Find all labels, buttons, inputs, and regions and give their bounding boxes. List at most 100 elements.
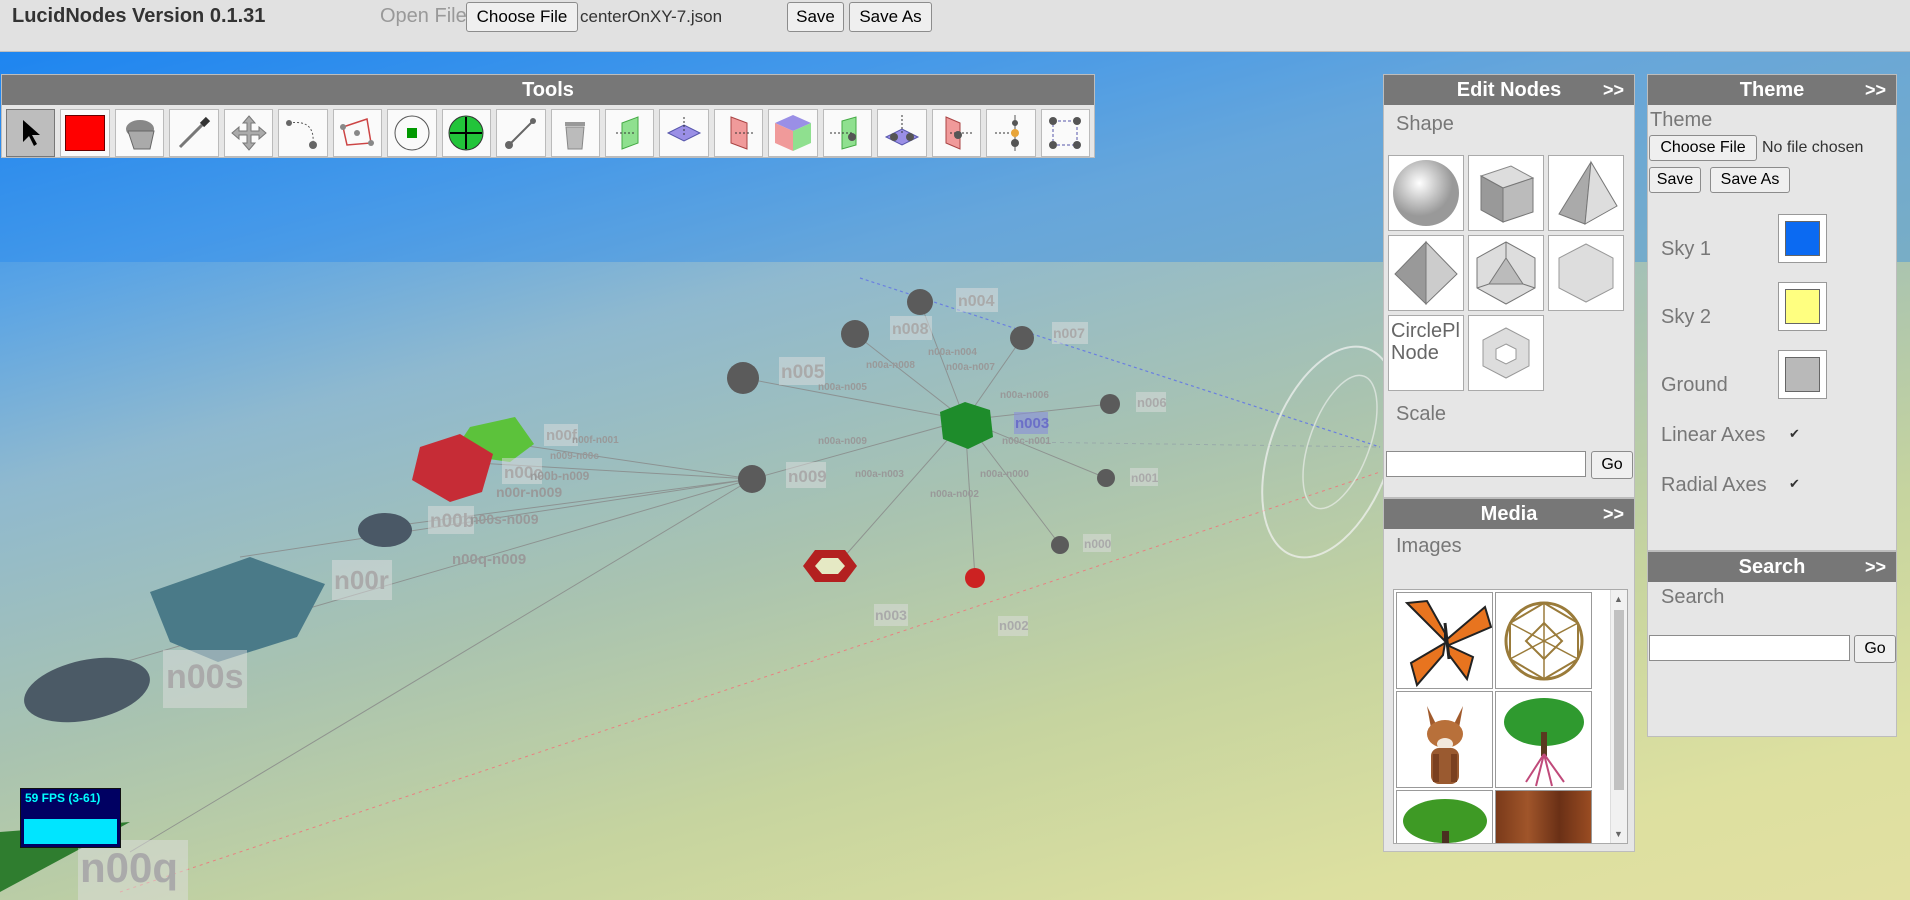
- link-line-icon: [504, 118, 536, 149]
- align-vertical-tool[interactable]: [986, 109, 1036, 157]
- paint-bucket-tool[interactable]: [114, 109, 165, 157]
- theme-choose-file-button[interactable]: Choose File: [1649, 135, 1757, 161]
- tree-with-roots-image[interactable]: [1495, 691, 1592, 788]
- theme-label: Theme: [1650, 109, 1713, 131]
- media-expand-button[interactable]: >>: [1603, 499, 1624, 529]
- node-label: n00b: [430, 511, 474, 532]
- theme-header: Theme >>: [1648, 75, 1896, 105]
- icosahedron-shape-icon: [1476, 241, 1536, 305]
- cube-planes-tool[interactable]: [768, 109, 818, 157]
- image-gallery[interactable]: ▲ ▼: [1393, 589, 1628, 844]
- group-select-tool[interactable]: [1040, 109, 1091, 157]
- add-node-tool[interactable]: [387, 109, 437, 157]
- node-label: n003: [875, 607, 907, 623]
- tetrahedron-shape-icon: [1558, 160, 1618, 225]
- plane-xy-tool[interactable]: [659, 109, 709, 157]
- edge-label: n00a-n009: [818, 436, 867, 447]
- save-button[interactable]: Save: [787, 2, 844, 32]
- search-expand-button[interactable]: >>: [1865, 552, 1886, 582]
- plane-xz-tool[interactable]: [604, 109, 655, 157]
- center-plane-blue-icon: [884, 115, 920, 146]
- choose-file-button[interactable]: Choose File: [466, 2, 578, 32]
- edge-label: n00a-n006: [1000, 390, 1049, 401]
- plane-yz-tool[interactable]: [713, 109, 764, 157]
- media-header: Media >>: [1384, 499, 1634, 529]
- sky2-label: Sky 2: [1661, 306, 1712, 328]
- fps-meter: 59 FPS (3-61): [20, 788, 121, 848]
- shape-grid: CirclePl Node: [1388, 155, 1624, 391]
- tools-panel: Tools: [1, 74, 1095, 158]
- scroll-up-icon[interactable]: ▲: [1614, 594, 1623, 604]
- center-plane-green-tool[interactable]: [822, 109, 873, 157]
- edge-label: n00a-n003: [855, 469, 904, 480]
- theme-title: Theme: [1739, 79, 1805, 101]
- shape-tetrahedron-button[interactable]: [1548, 155, 1624, 231]
- shape-sphere-button[interactable]: [1388, 155, 1464, 231]
- add-node-circle-icon: [394, 115, 430, 151]
- geodesic-sphere-image[interactable]: [1495, 592, 1592, 689]
- fox-image-graphic: [1427, 706, 1463, 784]
- tree-image[interactable]: [1396, 790, 1493, 843]
- wood-texture-image[interactable]: [1495, 790, 1592, 843]
- shape-hex-ring-button[interactable]: [1468, 315, 1544, 391]
- save-as-button[interactable]: Save As: [849, 2, 932, 32]
- ground-color-picker[interactable]: [1778, 350, 1827, 399]
- scroll-down-icon[interactable]: ▼: [1614, 829, 1623, 839]
- node-label: n00s: [166, 658, 244, 696]
- gallery-scrollbar[interactable]: ▲ ▼: [1610, 590, 1627, 843]
- scale-go-button[interactable]: Go: [1591, 451, 1633, 479]
- add-node-plus-icon: [448, 115, 484, 151]
- theme-save-button[interactable]: Save: [1649, 167, 1701, 193]
- trash-icon: [565, 122, 586, 150]
- shape-cube-button[interactable]: [1468, 155, 1544, 231]
- add-node-plus-tool[interactable]: [441, 109, 492, 157]
- hexagon-shape-icon: [1558, 243, 1614, 303]
- polygon-select-tool[interactable]: [332, 109, 383, 157]
- linear-axes-checkbox[interactable]: ✔: [1789, 427, 1802, 440]
- top-bar: LucidNodes Version 0.1.31 Open File Choo…: [0, 0, 1910, 52]
- move-tool[interactable]: [223, 109, 274, 157]
- radial-axes-checkbox[interactable]: ✔: [1789, 477, 1802, 490]
- node-label: n009: [788, 467, 827, 486]
- open-file-label: Open File: [380, 5, 467, 27]
- edge-label: n00a-n005: [818, 382, 867, 393]
- theme-save-as-button[interactable]: Save As: [1710, 167, 1790, 193]
- butterfly-image[interactable]: [1396, 592, 1493, 689]
- sky2-color-swatch: [1785, 289, 1820, 324]
- shape-icosahedron-button[interactable]: [1468, 235, 1544, 311]
- shape-circleplane-button[interactable]: CirclePl Node: [1388, 315, 1464, 391]
- circleplane-broken-image: CirclePl Node: [1391, 320, 1460, 364]
- align-vertical-icon: [994, 115, 1019, 151]
- search-panel: Search >> Search Go: [1647, 551, 1897, 737]
- edit-nodes-expand-button[interactable]: >>: [1603, 75, 1624, 105]
- eyedropper-tool[interactable]: [169, 109, 219, 157]
- curve-tool[interactable]: [278, 109, 328, 157]
- sky1-color-picker[interactable]: [1778, 214, 1827, 263]
- node-label: n004: [958, 293, 995, 310]
- curved-path-icon: [285, 120, 317, 149]
- center-plane-red-tool[interactable]: [931, 109, 982, 157]
- polygon-select-icon: [340, 118, 375, 146]
- center-plane-red-icon: [945, 116, 973, 150]
- theme-panel: Theme >> Theme Choose File No file chose…: [1647, 74, 1897, 551]
- color-tool[interactable]: [60, 109, 110, 157]
- search-input[interactable]: [1649, 635, 1850, 661]
- shape-hexagon-button[interactable]: [1548, 235, 1624, 311]
- edge-label: n00q-n009: [452, 551, 526, 568]
- link-tool[interactable]: [496, 109, 546, 157]
- theme-expand-button[interactable]: >>: [1865, 75, 1886, 105]
- scale-input[interactable]: [1386, 451, 1586, 477]
- node-label: n005: [781, 362, 825, 383]
- scrollbar-thumb[interactable]: [1614, 610, 1624, 790]
- search-go-button[interactable]: Go: [1854, 635, 1896, 663]
- sky2-color-picker[interactable]: [1778, 282, 1827, 331]
- plane-yz-icon: [730, 116, 753, 150]
- center-plane-blue-tool[interactable]: [877, 109, 927, 157]
- images-label: Images: [1396, 535, 1462, 557]
- fox-image[interactable]: [1396, 691, 1493, 788]
- select-cursor-tool[interactable]: [6, 109, 56, 157]
- shape-octahedron-button[interactable]: [1388, 235, 1464, 311]
- node-label: n002: [999, 618, 1029, 633]
- delete-tool[interactable]: [550, 109, 600, 157]
- edit-nodes-panel: Edit Nodes >> Shape CirclePl Node Scale …: [1383, 74, 1635, 498]
